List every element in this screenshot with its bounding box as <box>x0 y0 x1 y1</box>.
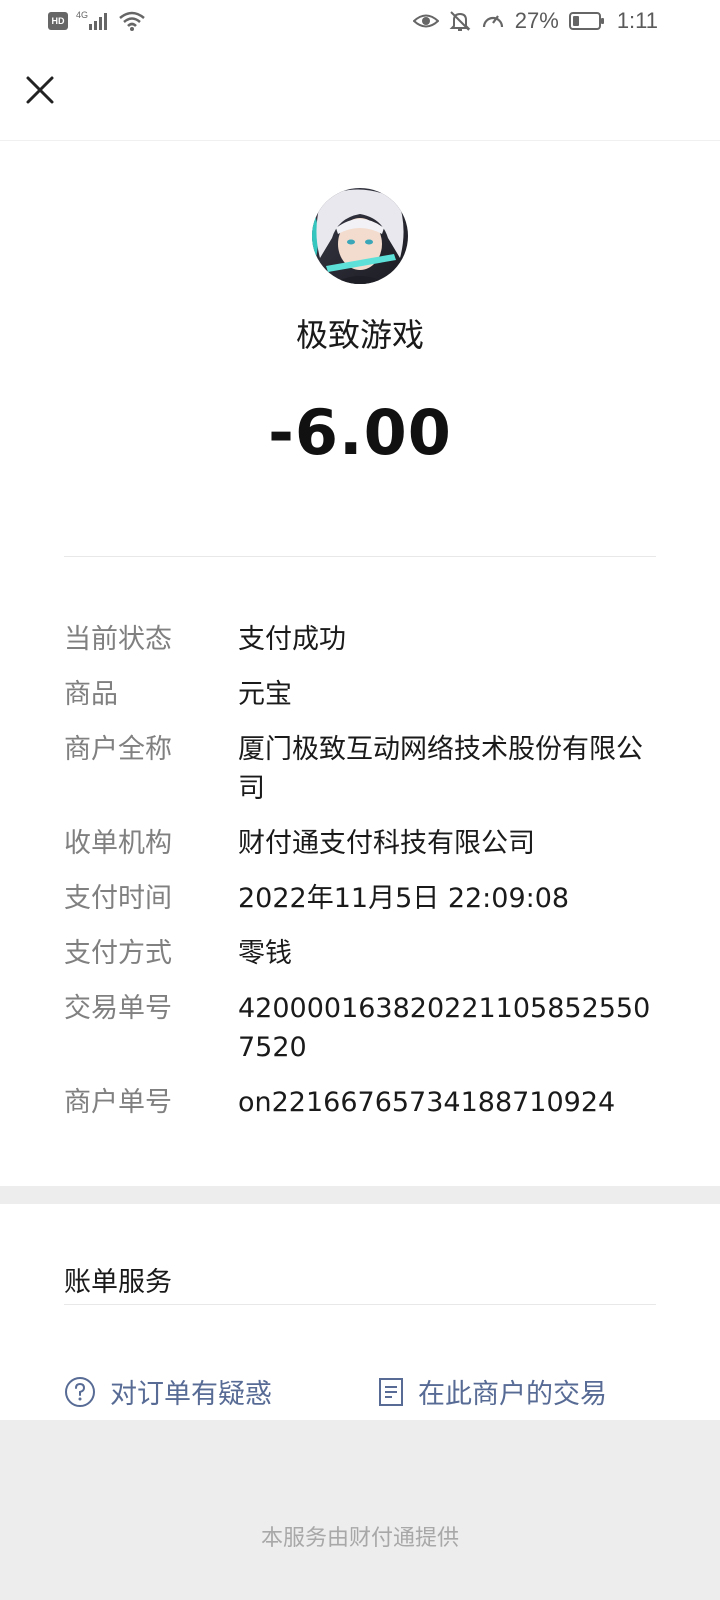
detail-row-payment-time: 支付时间 2022年11月5日 22:09:08 <box>64 879 664 918</box>
detail-value: 2022年11月5日 22:09:08 <box>238 883 570 914</box>
services-divider <box>64 1304 656 1305</box>
detail-value: 元宝 <box>238 679 292 710</box>
detail-label: 当前状态 <box>64 624 172 655</box>
detail-row-payment-method: 支付方式 零钱 <box>64 934 664 973</box>
signal-icon: 4G <box>76 10 107 30</box>
transaction-details: 当前状态 支付成功 商品 元宝 商户全称 厦门极致互动网络技术股份有限公司 收单… <box>64 620 664 1138</box>
status-right: 27% 1:11 <box>412 8 658 34</box>
detail-row-status: 当前状态 支付成功 <box>64 620 664 659</box>
eye-icon <box>412 14 439 28</box>
detail-value: 零钱 <box>238 938 292 969</box>
document-icon <box>379 1377 403 1406</box>
service-provider-note: 本服务由财付通提供 <box>260 1526 459 1551</box>
detail-label: 交易单号 <box>64 993 172 1024</box>
detail-label: 商品 <box>64 679 118 710</box>
detail-label: 商户全称 <box>64 734 172 765</box>
detail-row-acquirer: 收单机构 财付通支付科技有限公司 <box>64 824 664 863</box>
footer-area <box>0 1420 720 1600</box>
detail-label: 支付时间 <box>64 883 172 914</box>
detail-row-merchant-full-name: 商户全称 厦门极致互动网络技术股份有限公司 <box>64 730 664 808</box>
order-question-link[interactable]: 对订单有疑惑 <box>64 1372 272 1411</box>
question-circle-icon <box>65 1376 95 1407</box>
avatar-image <box>312 188 408 284</box>
merchant-transactions-link[interactable]: 在此商户的交易 <box>378 1372 607 1411</box>
bell-muted-icon <box>449 11 471 31</box>
top-bar <box>0 48 720 141</box>
header-divider <box>64 556 656 557</box>
merchant-name: 极致游戏 <box>295 316 424 354</box>
battery-percent: 27% <box>514 8 559 33</box>
detail-label: 商户单号 <box>64 1087 172 1118</box>
merchant-avatar <box>312 188 408 284</box>
detail-row-product: 商品 元宝 <box>64 675 664 714</box>
detail-value: 4200001638202211058525507520 <box>238 993 651 1063</box>
detail-row-transaction-id: 交易单号 4200001638202211058525507520 <box>64 989 664 1067</box>
close-icon[interactable] <box>22 72 58 108</box>
order-question-label: 对订单有疑惑 <box>110 1379 272 1410</box>
detail-label: 收单机构 <box>64 828 172 859</box>
status-bar: HD 4G 27% 1:11 <box>0 0 720 48</box>
status-left: HD 4G <box>48 10 146 32</box>
section-separator <box>0 1186 720 1204</box>
network-type: 4G <box>76 10 88 20</box>
payment-amount: -6.00 <box>268 396 452 469</box>
detail-value: on22166765734188710924 <box>238 1087 616 1118</box>
hd-icon: HD <box>48 12 68 30</box>
battery-level <box>572 16 579 26</box>
detail-value: 财付通支付科技有限公司 <box>238 828 535 859</box>
detail-label: 支付方式 <box>64 938 172 969</box>
detail-value: 支付成功 <box>238 624 346 655</box>
battery-icon <box>568 12 604 30</box>
merchant-transactions-label: 在此商户的交易 <box>418 1379 607 1410</box>
bill-services-title: 账单服务 <box>64 1267 172 1298</box>
wifi-icon <box>119 11 145 31</box>
clock: 1:11 <box>616 8 658 33</box>
detail-value: 厦门极致互动网络技术股份有限公司 <box>238 734 643 804</box>
speedometer-icon <box>482 15 503 28</box>
detail-row-merchant-order-id: 商户单号 on22166765734188710924 <box>64 1083 664 1122</box>
